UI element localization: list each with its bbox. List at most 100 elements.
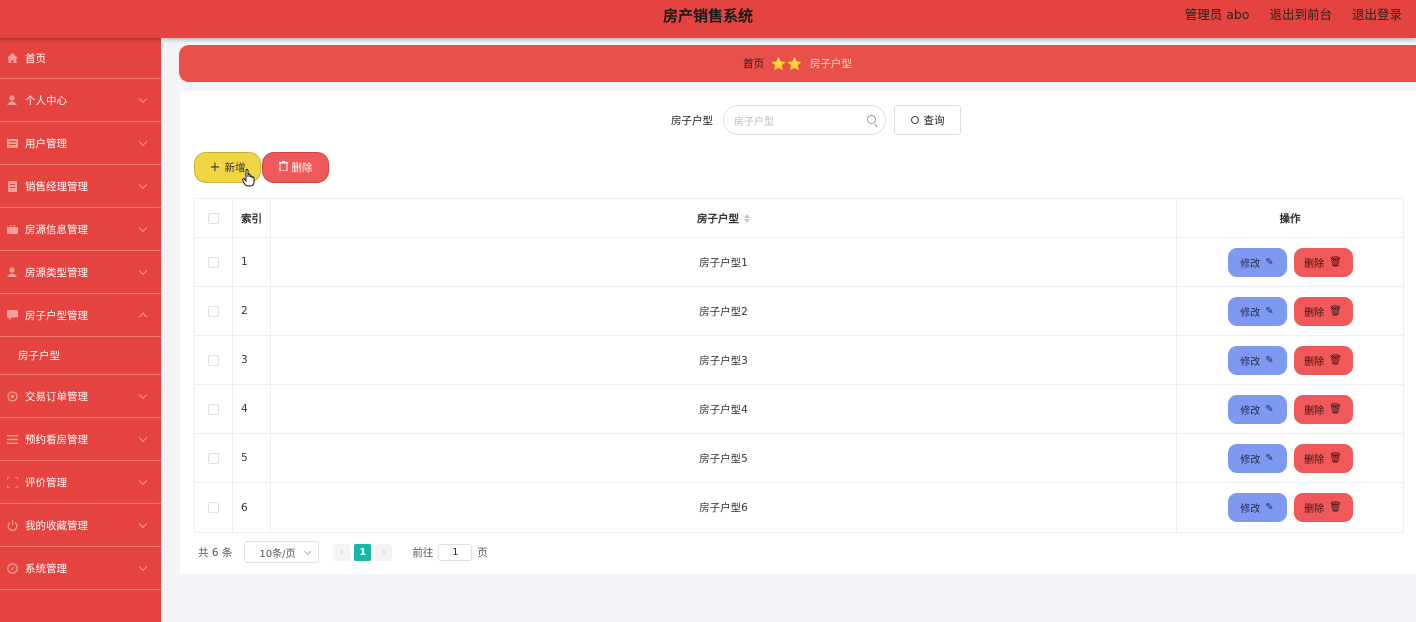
breadcrumb-home[interactable]: 首页: [743, 56, 764, 71]
plus-icon: +: [209, 160, 221, 175]
delete-button[interactable]: 删除 🗑: [1293, 394, 1353, 424]
sidebar-item-label: 首页: [25, 52, 46, 65]
delete-button[interactable]: 删除 🗑: [1293, 443, 1353, 473]
row-checkbox[interactable]: [208, 452, 219, 464]
sidebar-item-system[interactable]: 系统管理: [0, 547, 161, 590]
delete-button[interactable]: 删除 🗑: [1293, 296, 1353, 326]
edit-button[interactable]: 修改 ✎: [1227, 394, 1287, 424]
admin-user-link[interactable]: 管理员 abo: [1185, 7, 1250, 22]
goto-page-input[interactable]: 1: [438, 543, 473, 561]
sidebar-item-favorites[interactable]: 我的收藏管理: [0, 504, 161, 547]
search-placeholder: 房子户型: [734, 116, 774, 128]
sidebar-item-viewing-appointments[interactable]: 预约看房管理: [0, 418, 161, 461]
sidebar-subitem-house-layout[interactable]: 房子户型: [0, 337, 161, 375]
delete-button[interactable]: 删除 🗑: [1293, 345, 1353, 375]
sidebar-item-user-management[interactable]: 用户管理: [0, 122, 161, 165]
batch-delete-button[interactable]: 删除: [262, 152, 329, 183]
delete-button[interactable]: 删除 🗑: [1293, 493, 1353, 522]
row-ops: 修改 ✎ 删除 🗑: [1177, 434, 1403, 482]
edit-label: 修改: [1240, 454, 1261, 466]
table-row: 1 房子户型1 修改 ✎ 删除 🗑: [195, 238, 1403, 287]
row-check-cell: [195, 287, 233, 335]
frame-icon: [6, 476, 18, 488]
edit-button[interactable]: 修改 ✎: [1227, 345, 1287, 375]
row-index: 3: [233, 336, 271, 384]
row-check-cell: [195, 336, 233, 384]
hand-cursor-icon: [242, 169, 255, 187]
sidebar-item-house-layout[interactable]: 房子户型管理: [0, 294, 161, 337]
batch-delete-label: 删除: [291, 162, 313, 174]
row-checkbox[interactable]: [208, 256, 219, 268]
search-icon: [910, 116, 919, 124]
row-check-cell: [195, 238, 233, 286]
exit-to-frontend-link[interactable]: 退出到前台: [1269, 7, 1332, 22]
search-bar: 房子户型 房子户型 查询: [180, 105, 1416, 135]
page-size-select[interactable]: 10条/页: [244, 541, 320, 563]
row-index: 4: [233, 385, 271, 433]
row-name: 房子户型4: [271, 385, 1177, 433]
edit-button[interactable]: 修改 ✎: [1227, 247, 1287, 277]
sidebar-item-label: 房源信息管理: [25, 223, 88, 236]
row-index: 5: [233, 434, 271, 482]
edit-button[interactable]: 修改 ✎: [1227, 443, 1287, 473]
search-icon: [867, 115, 876, 124]
row-checkbox[interactable]: [208, 403, 219, 415]
trash-icon: 🗑: [1329, 452, 1342, 464]
row-ops: 修改 ✎ 删除 🗑: [1177, 483, 1403, 532]
row-checkbox[interactable]: [208, 354, 219, 366]
sidebar-item-orders[interactable]: 交易订单管理: [0, 375, 161, 418]
sidebar-item-home[interactable]: 首页: [0, 38, 161, 79]
sidebar-item-sales-manager[interactable]: 销售经理管理: [0, 165, 161, 208]
row-index: 1: [233, 238, 271, 286]
row-check-cell: [195, 385, 233, 433]
document-icon: [6, 180, 18, 192]
sidebar-item-label: 销售经理管理: [25, 180, 88, 193]
next-page-button[interactable]: ›: [375, 543, 393, 561]
sidebar-item-personal-center[interactable]: 个人中心: [0, 79, 161, 122]
row-index: 2: [233, 287, 271, 335]
delete-button[interactable]: 删除 🗑: [1293, 247, 1353, 277]
delete-label: 删除: [1304, 454, 1325, 466]
search-input[interactable]: 房子户型: [723, 105, 886, 135]
name-header[interactable]: 房子户型: [271, 199, 1177, 237]
briefcase-icon: [6, 223, 18, 235]
sidebar-item-property-info[interactable]: 房源信息管理: [0, 208, 161, 251]
chevron-down-icon: [138, 94, 148, 104]
page-number-current[interactable]: 1: [354, 543, 372, 561]
row-checkbox[interactable]: [208, 502, 219, 513]
select-all-checkbox[interactable]: [208, 212, 219, 224]
table-row: 3 房子户型3 修改 ✎ 删除 🗑: [195, 336, 1403, 385]
user-icon: [6, 94, 18, 106]
logout-link[interactable]: 退出登录: [1352, 7, 1402, 22]
sidebar-item-reviews[interactable]: 评价管理: [0, 461, 161, 504]
trash-icon: 🗑: [1329, 305, 1342, 317]
compass-icon: [6, 562, 18, 574]
row-checkbox[interactable]: [208, 305, 219, 317]
total-count: 共 6 条: [198, 546, 233, 559]
edit-icon: ✎: [1265, 403, 1274, 415]
pagination: 共 6 条 10条/页 ‹ 1 › 前往 1 页: [198, 541, 488, 563]
delete-label: 删除: [1304, 504, 1325, 515]
table-row: 2 房子户型2 修改 ✎ 删除 🗑: [195, 287, 1403, 336]
edit-label: 修改: [1240, 307, 1261, 319]
edit-button[interactable]: 修改 ✎: [1227, 296, 1287, 326]
row-name: 房子户型2: [271, 287, 1177, 335]
edit-label: 修改: [1240, 356, 1261, 368]
select-all-cell: [195, 199, 233, 237]
chevron-left-icon: ‹: [339, 546, 344, 558]
chevron-down-icon: [138, 180, 148, 190]
trash-icon: 🗑: [1329, 403, 1342, 415]
sort-icon[interactable]: [744, 213, 750, 223]
row-check-cell: [195, 434, 233, 482]
chevron-up-icon: [138, 312, 148, 322]
delete-label: 删除: [1304, 307, 1325, 319]
query-button[interactable]: 查询: [894, 105, 961, 135]
top-bar: 房产销售系统 管理员 abo 退出到前台 退出登录: [0, 0, 1416, 38]
chevron-down-icon: [138, 390, 148, 400]
sidebar-item-property-type[interactable]: 房源类型管理: [0, 251, 161, 294]
prev-page-button[interactable]: ‹: [333, 543, 351, 561]
edit-button[interactable]: 修改 ✎: [1227, 493, 1287, 522]
trash-icon: [278, 161, 288, 174]
home-icon: [6, 52, 18, 64]
gear-icon: [6, 390, 18, 402]
